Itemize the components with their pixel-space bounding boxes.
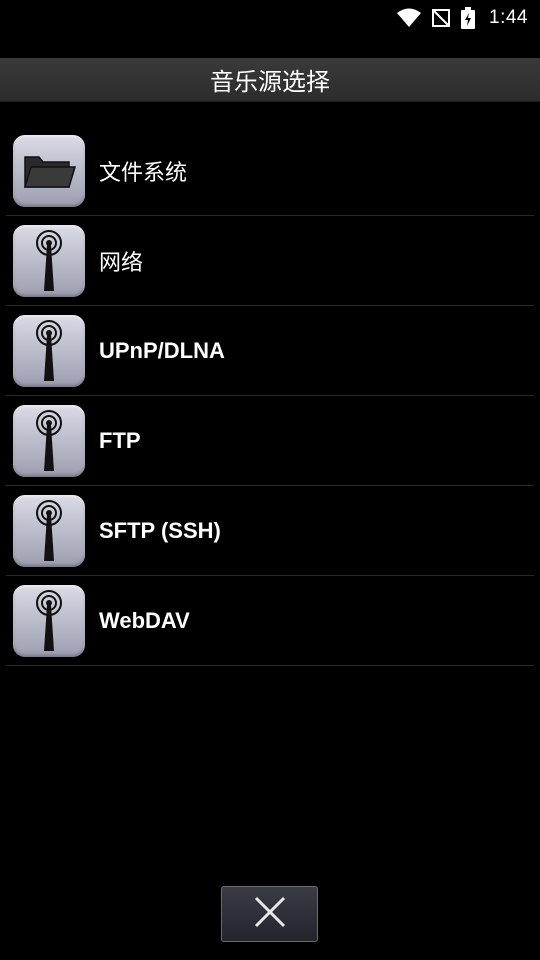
- source-label: 文件系统: [99, 159, 188, 185]
- source-label: UPnP/DLNA: [99, 337, 225, 363]
- source-item-network[interactable]: 网络: [6, 216, 534, 306]
- source-item-sftp[interactable]: SFTP (SSH): [6, 486, 534, 576]
- folder-icon: [13, 134, 85, 207]
- page-title: 音乐源选择: [210, 68, 330, 96]
- battery-charging-icon: [461, 7, 476, 29]
- source-label: FTP: [99, 427, 141, 453]
- source-label: SFTP (SSH): [99, 517, 221, 543]
- status-time: 1:44: [489, 7, 528, 28]
- antenna-icon: [13, 584, 85, 657]
- close-icon: [253, 895, 287, 933]
- source-item-webdav[interactable]: WebDAV: [6, 576, 534, 666]
- antenna-icon: [13, 404, 85, 477]
- no-signal-icon: [431, 8, 451, 28]
- close-button[interactable]: [221, 886, 318, 942]
- source-item-upnp[interactable]: UPnP/DLNA: [6, 306, 534, 396]
- antenna-icon: [13, 224, 85, 297]
- antenna-icon: [13, 314, 85, 387]
- antenna-icon: [13, 494, 85, 567]
- source-label: WebDAV: [99, 607, 190, 633]
- status-bar: 1:44: [0, 0, 540, 36]
- title-bar: 音乐源选择: [0, 58, 540, 102]
- wifi-icon: [397, 8, 422, 28]
- source-label: 网络: [99, 249, 144, 275]
- source-list: 文件系统 网络 UPnP/DLNA FTP SFTP (SSH) WebDAV: [6, 126, 534, 666]
- source-item-filesystem[interactable]: 文件系统: [6, 126, 534, 216]
- source-item-ftp[interactable]: FTP: [6, 396, 534, 486]
